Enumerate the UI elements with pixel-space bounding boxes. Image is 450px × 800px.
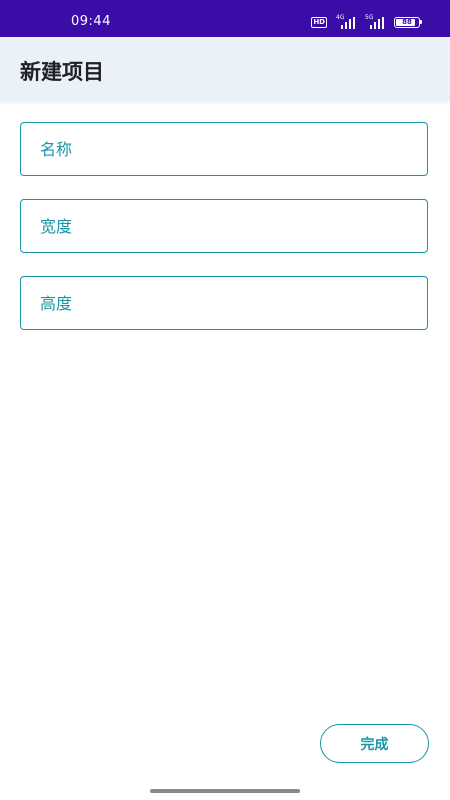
battery-level: 88 <box>402 18 412 26</box>
battery-icon: 88 <box>394 16 422 28</box>
status-time: 09:44 <box>71 14 111 29</box>
width-field[interactable] <box>20 199 428 253</box>
signal-4g-icon: 4G <box>336 14 356 29</box>
page-title: 新建项目 <box>20 60 104 84</box>
status-icons: HD 4G 5G 88 <box>311 14 422 29</box>
hd-voice-icon: HD <box>311 16 327 28</box>
name-input[interactable] <box>21 123 427 175</box>
signal-5g-icon: 5G <box>365 14 385 29</box>
height-field[interactable] <box>20 276 428 330</box>
status-bar: 09:44 HD 4G 5G 88 <box>0 0 450 37</box>
done-button[interactable]: 完成 <box>320 724 429 763</box>
name-field[interactable] <box>20 122 428 176</box>
width-input[interactable] <box>21 200 427 252</box>
height-input[interactable] <box>21 277 427 329</box>
home-indicator[interactable] <box>150 789 300 793</box>
app-bar: 新建项目 <box>0 37 450 101</box>
